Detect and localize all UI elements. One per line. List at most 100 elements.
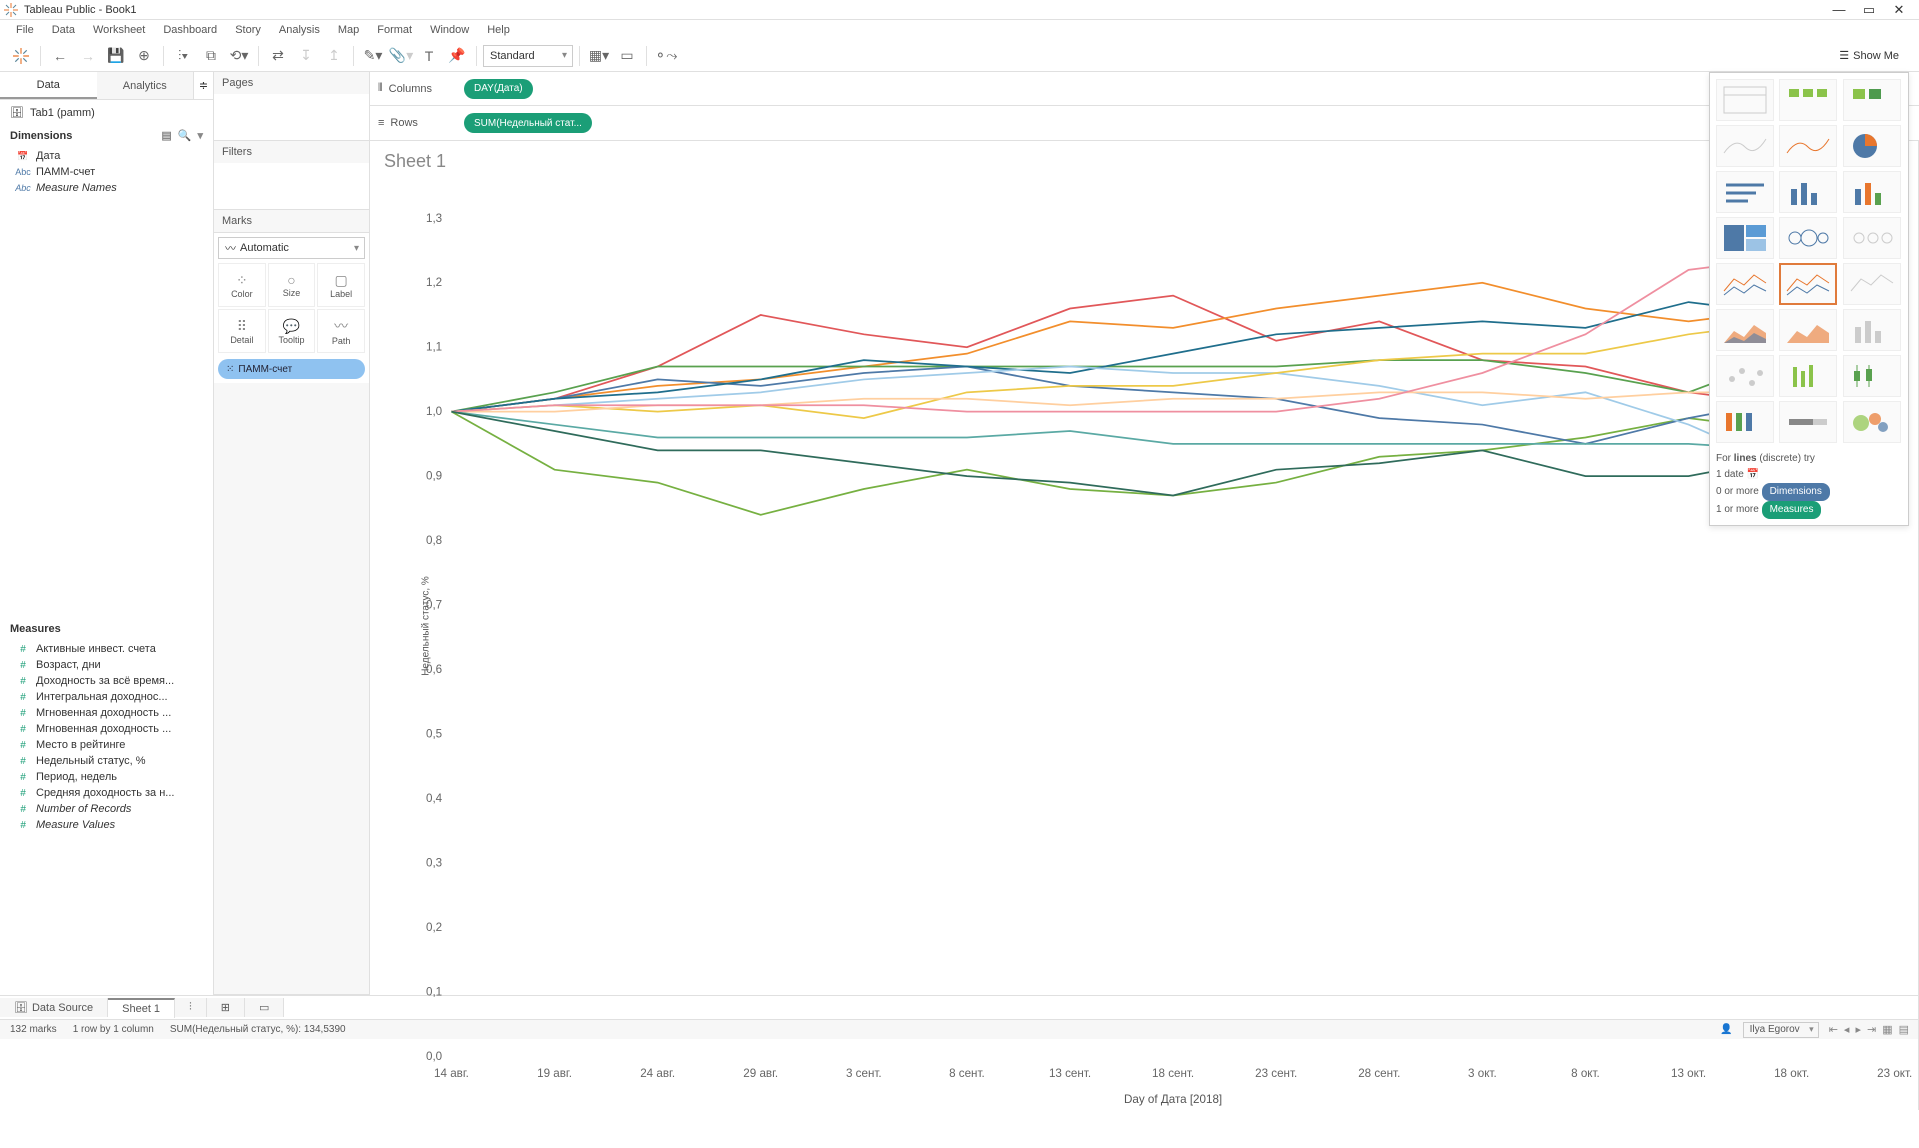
presentation-button[interactable]: ▭ bbox=[614, 43, 640, 69]
showme-thumb-16[interactable] bbox=[1779, 309, 1837, 351]
columns-pill[interactable]: DAY(Дата) bbox=[464, 79, 533, 99]
showme-thumb-13[interactable] bbox=[1779, 263, 1837, 305]
pages-shelf[interactable] bbox=[214, 94, 369, 140]
mark-color-button[interactable]: ⁘Color bbox=[218, 263, 266, 307]
mark-label-button[interactable]: ▢Label bbox=[317, 263, 365, 307]
menu-file[interactable]: File bbox=[8, 22, 42, 38]
measure-item[interactable]: #Средняя доходность за н... bbox=[0, 785, 213, 801]
menu-window[interactable]: Window bbox=[422, 22, 477, 38]
showme-thumb-20[interactable] bbox=[1843, 355, 1901, 397]
sort-desc-button[interactable]: ↥ bbox=[321, 43, 347, 69]
tab-data-source[interactable]: 🗄Data Source bbox=[0, 998, 108, 1017]
menu-data[interactable]: Data bbox=[44, 22, 83, 38]
mark-detail-button[interactable]: ⠿Detail bbox=[218, 309, 266, 353]
search-icon[interactable]: 🔍 bbox=[178, 129, 192, 142]
measure-item[interactable]: #Мгновенная доходность ... bbox=[0, 705, 213, 721]
showme-thumb-14[interactable] bbox=[1843, 263, 1901, 305]
dimensions-menu-icon[interactable]: ▾ bbox=[197, 129, 203, 142]
mark-size-button[interactable]: ○Size bbox=[268, 263, 316, 307]
measure-item[interactable]: #Недельный статус, % bbox=[0, 753, 213, 769]
text-button[interactable]: T bbox=[416, 43, 442, 69]
showme-thumb-9[interactable] bbox=[1716, 217, 1774, 259]
menu-story[interactable]: Story bbox=[227, 22, 269, 38]
showme-thumb-11[interactable] bbox=[1843, 217, 1901, 259]
new-worksheet-button[interactable]: ⫶▾ bbox=[170, 43, 196, 69]
mark-path-button[interactable]: 〰Path bbox=[317, 309, 365, 353]
new-data-button[interactable]: ⊕ bbox=[131, 43, 157, 69]
menu-format[interactable]: Format bbox=[369, 22, 420, 38]
menu-dashboard[interactable]: Dashboard bbox=[155, 22, 225, 38]
rows-pill[interactable]: SUM(Недельный стат... bbox=[464, 113, 592, 133]
showme-thumb-2[interactable] bbox=[1843, 79, 1901, 121]
showme-thumb-18[interactable] bbox=[1716, 355, 1774, 397]
user-dropdown[interactable]: Ilya Egorov bbox=[1743, 1022, 1819, 1038]
dimension-item[interactable]: 📅Дата bbox=[0, 148, 213, 164]
showme-button[interactable]: ☰ Show Me bbox=[1839, 49, 1899, 62]
undo-button[interactable]: ← bbox=[47, 43, 73, 69]
sort-asc-button[interactable]: ↧ bbox=[293, 43, 319, 69]
measure-item[interactable]: #Период, недель bbox=[0, 769, 213, 785]
clear-button[interactable]: ⟲▾ bbox=[226, 43, 252, 69]
tab-sheet1[interactable]: Sheet 1 bbox=[108, 998, 175, 1018]
new-dashboard-tab[interactable]: ⊞ bbox=[207, 998, 245, 1017]
measure-item[interactable]: #Number of Records bbox=[0, 801, 213, 817]
measure-item[interactable]: #Интегральная доходнос... bbox=[0, 689, 213, 705]
showme-thumb-1[interactable] bbox=[1779, 79, 1837, 121]
marks-type-dropdown[interactable]: 〰 Automatic bbox=[218, 237, 365, 259]
menu-map[interactable]: Map bbox=[330, 22, 367, 38]
duplicate-button[interactable]: ⧉ bbox=[198, 43, 224, 69]
window-close-button[interactable]: ✕ bbox=[1891, 2, 1907, 18]
measure-item[interactable]: #Доходность за всё время... bbox=[0, 673, 213, 689]
tab-data[interactable]: Data bbox=[0, 72, 97, 99]
window-minimize-button[interactable]: — bbox=[1831, 2, 1847, 18]
tableau-home-icon[interactable] bbox=[8, 43, 34, 69]
panel-menu-icon[interactable]: ≑ bbox=[193, 72, 213, 99]
measure-item[interactable]: #Активные инвест. счета bbox=[0, 641, 213, 657]
showme-thumb-8[interactable] bbox=[1843, 171, 1901, 213]
showme-thumb-12[interactable] bbox=[1716, 263, 1774, 305]
showme-thumb-4[interactable] bbox=[1779, 125, 1837, 167]
view-list-icon[interactable]: ▤ bbox=[161, 129, 171, 142]
showme-thumb-21[interactable] bbox=[1716, 401, 1774, 443]
line-chart[interactable]: 0,00,10,20,30,40,50,60,70,80,91,01,11,21… bbox=[370, 176, 1918, 1145]
showme-thumb-3[interactable] bbox=[1716, 125, 1774, 167]
measure-item[interactable]: #Measure Values bbox=[0, 817, 213, 833]
showme-thumb-6[interactable] bbox=[1716, 171, 1774, 213]
highlight-button[interactable]: ✎▾ bbox=[360, 43, 386, 69]
showme-thumb-5[interactable] bbox=[1843, 125, 1901, 167]
tab-analytics[interactable]: Analytics bbox=[97, 72, 194, 99]
menu-analysis[interactable]: Analysis bbox=[271, 22, 328, 38]
menu-help[interactable]: Help bbox=[479, 22, 518, 38]
view-cards-button[interactable]: ▦▾ bbox=[586, 43, 612, 69]
showme-thumb-22[interactable] bbox=[1779, 401, 1837, 443]
hash-icon: # bbox=[16, 692, 30, 703]
showme-thumb-19[interactable] bbox=[1779, 355, 1837, 397]
save-button[interactable]: 💾 bbox=[103, 43, 129, 69]
share-button[interactable]: ⚬⤳ bbox=[653, 43, 679, 69]
pin-button[interactable]: 📌 bbox=[444, 43, 470, 69]
filters-shelf[interactable] bbox=[214, 163, 369, 209]
menu-worksheet[interactable]: Worksheet bbox=[85, 22, 153, 38]
swap-button[interactable]: ⇄ bbox=[265, 43, 291, 69]
showme-thumb-17[interactable] bbox=[1843, 309, 1901, 351]
mark-tooltip-button[interactable]: 💬Tooltip bbox=[268, 309, 316, 353]
showme-thumb-15[interactable] bbox=[1716, 309, 1774, 351]
sheet-title[interactable]: Sheet 1 bbox=[370, 141, 1918, 176]
measure-item[interactable]: #Возраст, дни bbox=[0, 657, 213, 673]
new-worksheet-tab[interactable]: ⫶ bbox=[175, 998, 207, 1017]
dimension-item[interactable]: AbcПАММ-счет bbox=[0, 164, 213, 180]
redo-button[interactable]: → bbox=[75, 43, 101, 69]
showme-thumb-0[interactable] bbox=[1716, 79, 1774, 121]
datasource-item[interactable]: 🗄 Tab1 (pamm) bbox=[0, 100, 213, 125]
window-maximize-button[interactable]: ▭ bbox=[1861, 2, 1877, 18]
measure-item[interactable]: #Мгновенная доходность ... bbox=[0, 721, 213, 737]
group-button[interactable]: 📎▾ bbox=[388, 43, 414, 69]
new-story-tab[interactable]: ▭ bbox=[245, 998, 284, 1017]
dimension-item[interactable]: AbcMeasure Names bbox=[0, 180, 213, 196]
showme-thumb-7[interactable] bbox=[1779, 171, 1837, 213]
showme-thumb-10[interactable] bbox=[1779, 217, 1837, 259]
measure-item[interactable]: #Место в рейтинге bbox=[0, 737, 213, 753]
fit-dropdown[interactable]: Standard bbox=[483, 45, 573, 67]
marks-color-pill[interactable]: ⁙ ПАММ-счет bbox=[218, 359, 365, 379]
showme-thumb-23[interactable] bbox=[1843, 401, 1901, 443]
